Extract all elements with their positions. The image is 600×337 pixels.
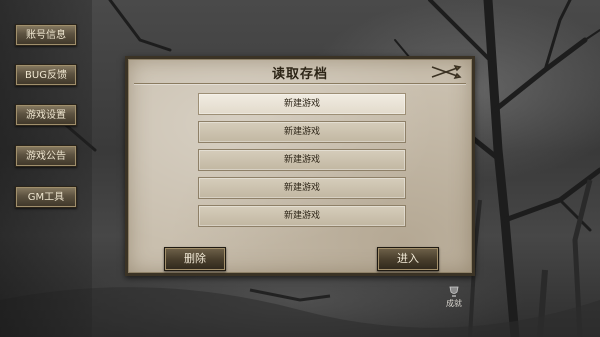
title-divider [134,83,466,84]
dialog-title: 读取存档 [271,67,328,82]
save-slot-5[interactable]: 新建游戏 [198,205,406,227]
crossed-arrows-icon [431,64,462,80]
game-announcement-button[interactable]: 游戏公告 [15,145,77,167]
save-slot-1[interactable]: 新建游戏 [198,93,406,115]
enter-button[interactable]: 进入 [377,247,439,271]
save-slot-2[interactable]: 新建游戏 [198,121,406,143]
save-slot-4[interactable]: 新建游戏 [198,177,406,199]
sidebar [0,0,92,337]
game-settings-button[interactable]: 游戏设置 [15,104,77,126]
achievement-label: 成就 [446,299,462,308]
delete-button[interactable]: 删除 [164,247,226,271]
gm-tools-button[interactable]: GM工具 [15,186,77,208]
save-slot-3[interactable]: 新建游戏 [198,149,406,171]
trophy-icon [449,286,459,297]
achievement-button[interactable]: 成就 [440,286,468,308]
account-info-button[interactable]: 账号信息 [15,24,77,46]
bug-report-button[interactable]: BUG反馈 [15,64,77,86]
load-save-dialog: 读取存档 新建游戏 新建游戏 新建游戏 新建游戏 新建游戏 删除 进入 [125,56,475,276]
